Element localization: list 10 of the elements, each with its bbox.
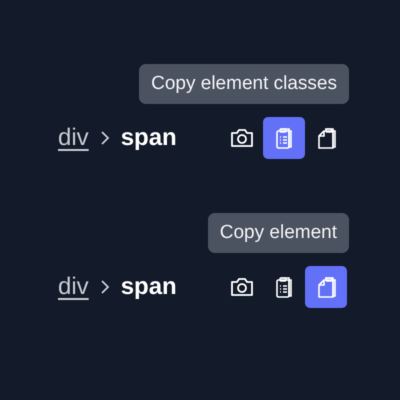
tooltip: Copy element classes	[139, 64, 349, 104]
chevron-icon	[98, 130, 111, 146]
copy-clipboard-button[interactable]	[305, 266, 347, 308]
breadcrumb-link[interactable]: div	[58, 124, 89, 152]
clipboard-list-button[interactable]	[263, 117, 305, 159]
breadcrumb-current: span	[120, 273, 177, 301]
chevron-icon	[98, 279, 111, 295]
breadcrumb-link[interactable]: div	[58, 273, 89, 301]
breadcrumb-current: span	[120, 124, 177, 152]
tooltip: Copy element	[208, 213, 349, 253]
